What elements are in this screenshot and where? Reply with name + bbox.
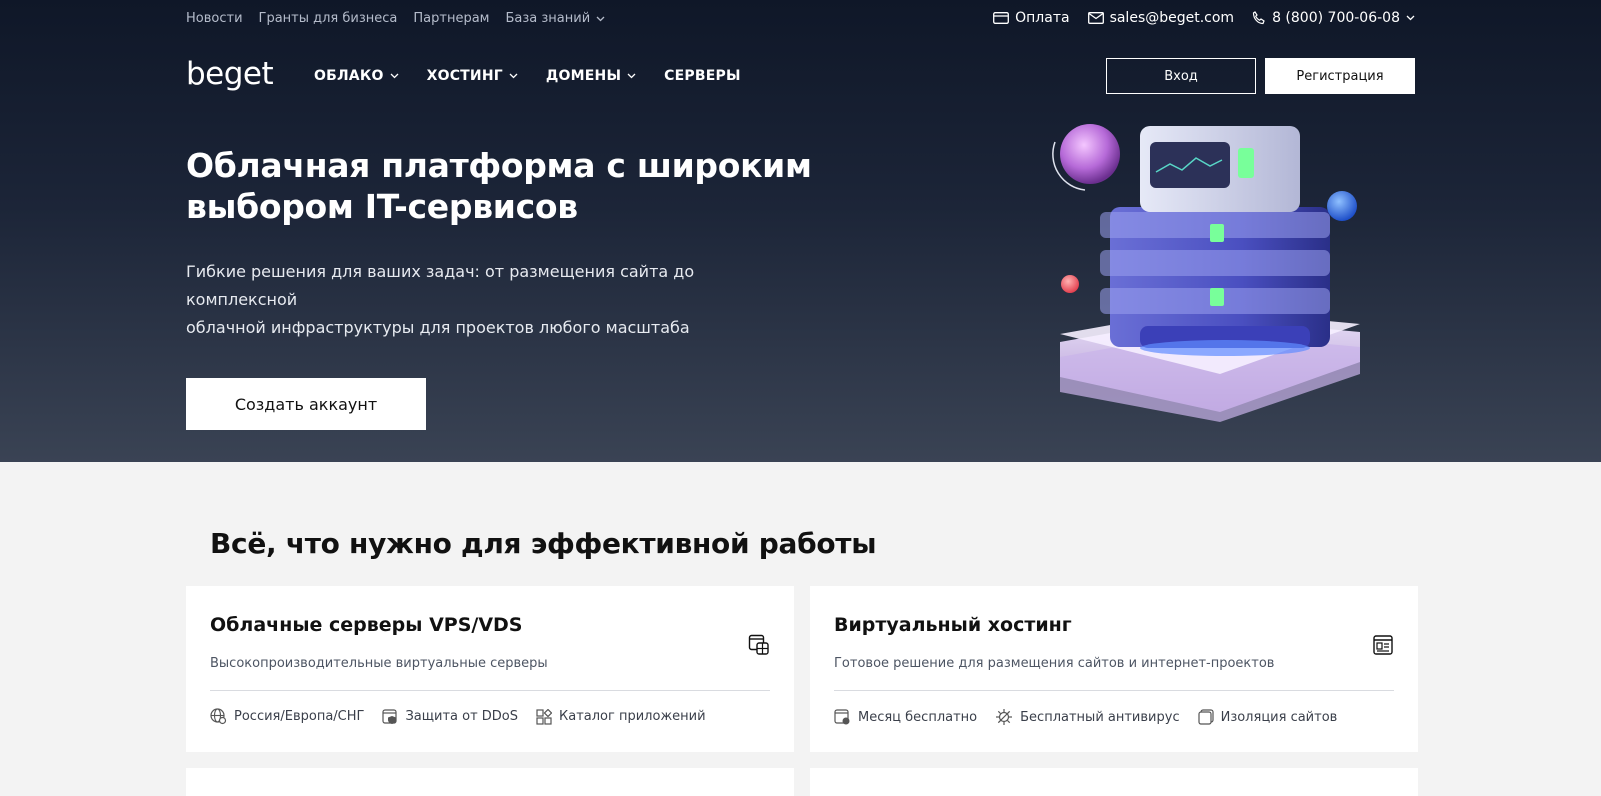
server-illustration bbox=[1052, 124, 1360, 422]
apps-icon bbox=[536, 708, 553, 725]
virus-icon bbox=[996, 709, 1013, 725]
top-links: Новости Гранты для бизнеса Партнерам Баз… bbox=[186, 11, 605, 26]
menu-item-cloud-label: ОБЛАКО bbox=[314, 68, 384, 84]
hero-section: Новости Гранты для бизнеса Партнерам Баз… bbox=[0, 0, 1601, 462]
phone-label: 8 (800) 700-06-08 bbox=[1272, 10, 1400, 26]
feature-regions: Россия/Европа/СНГ bbox=[210, 708, 364, 725]
top-contacts: Оплата sales@beget.com 8 (800) 700-06-08 bbox=[993, 10, 1415, 26]
top-link-knowledge-base-label: База знаний bbox=[505, 11, 591, 26]
chevron-down-icon bbox=[596, 16, 605, 21]
menu-item-hosting[interactable]: ХОСТИНГ bbox=[427, 68, 518, 84]
email-link[interactable]: sales@beget.com bbox=[1087, 10, 1235, 26]
phone-link[interactable]: 8 (800) 700-06-08 bbox=[1252, 10, 1415, 26]
card-divider bbox=[210, 690, 770, 691]
card-title: Виртуальный хостинг bbox=[834, 614, 1072, 636]
mail-icon bbox=[1087, 12, 1104, 24]
top-link-knowledge-base[interactable]: База знаний bbox=[505, 11, 605, 26]
menu-item-servers[interactable]: СЕРВЕРЫ bbox=[664, 68, 741, 84]
hero-subtitle-line-1: Гибкие решения для ваших задач: от разме… bbox=[186, 262, 695, 309]
beget-logo[interactable]: beget bbox=[186, 54, 284, 100]
hero-title-line-2: выбором IT-сервисов bbox=[186, 187, 578, 226]
login-button[interactable]: Вход bbox=[1106, 58, 1256, 94]
card-features: Месяц бесплатно Бесплатный антивирус Изо… bbox=[834, 708, 1337, 726]
register-button[interactable]: Регистрация bbox=[1265, 58, 1415, 94]
feature-label: Месяц бесплатно bbox=[858, 709, 978, 725]
hero-subtitle: Гибкие решения для ваших задач: от разме… bbox=[186, 258, 806, 342]
main-nav: beget ОБЛАКО ХОСТИНГ ДОМЕНЫ СЕРВЕРЫ Вход… bbox=[186, 54, 1415, 100]
menu-item-cloud[interactable]: ОБЛАКО bbox=[314, 68, 399, 84]
calendar-clock-icon bbox=[834, 708, 850, 724]
hero-title-line-1: Облачная платформа с широким bbox=[186, 146, 812, 185]
chevron-down-icon bbox=[509, 73, 518, 79]
menu-item-hosting-label: ХОСТИНГ bbox=[426, 68, 503, 84]
feature-label: Защита от DDoS bbox=[405, 709, 519, 724]
card-vps[interactable]: Облачные серверы VPS/VDS Высокопроизводи… bbox=[186, 586, 794, 752]
top-link-news[interactable]: Новости bbox=[186, 11, 243, 26]
feature-label: Изоляция сайтов bbox=[1220, 709, 1338, 725]
main-menu: ОБЛАКО ХОСТИНГ ДОМЕНЫ СЕРВЕРЫ bbox=[314, 68, 741, 84]
create-account-button[interactable]: Создать аккаунт bbox=[186, 378, 426, 430]
card-description: Готовое решение для размещения сайтов и … bbox=[834, 656, 1275, 671]
card-next-left[interactable] bbox=[186, 768, 794, 796]
chevron-down-icon bbox=[627, 73, 636, 79]
payment-label: Оплата bbox=[1015, 10, 1070, 26]
browser-window-icon bbox=[1373, 635, 1393, 655]
top-link-grants[interactable]: Гранты для бизнеса bbox=[259, 11, 398, 26]
hero-title: Облачная платформа с широким выбором IT-… bbox=[186, 145, 826, 227]
feature-label: Каталог приложений bbox=[559, 709, 706, 724]
card-features: Россия/Европа/СНГ Защита от DDoS Каталог… bbox=[210, 708, 706, 725]
card-icon bbox=[993, 12, 1010, 24]
chevron-down-icon bbox=[390, 73, 399, 79]
globe-pin-icon bbox=[210, 708, 227, 725]
logo-text: beget bbox=[186, 56, 274, 92]
card-title: Облачные серверы VPS/VDS bbox=[210, 614, 523, 636]
menu-item-domains-label: ДОМЕНЫ bbox=[545, 68, 622, 84]
feature-ddos: Защита от DDoS bbox=[382, 708, 518, 725]
hero-subtitle-line-2: облачной инфраструктуры для проектов люб… bbox=[186, 318, 690, 337]
feature-antivirus: Бесплатный антивирус bbox=[995, 708, 1180, 726]
feature-app-catalog: Каталог приложений bbox=[536, 708, 706, 725]
email-label: sales@beget.com bbox=[1109, 10, 1235, 26]
phone-icon bbox=[1252, 11, 1265, 25]
feature-label: Россия/Европа/СНГ bbox=[234, 709, 365, 724]
feature-label: Бесплатный антивирус bbox=[1020, 709, 1180, 725]
section-title: Всё, что нужно для эффективной работы bbox=[210, 527, 877, 560]
feature-site-isolation: Изоляция сайтов bbox=[1197, 708, 1338, 726]
payment-link[interactable]: Оплата bbox=[993, 10, 1070, 26]
card-description: Высокопроизводительные виртуальные серве… bbox=[210, 656, 548, 671]
top-bar: Новости Гранты для бизнеса Партнерам Баз… bbox=[186, 10, 1415, 31]
card-divider bbox=[834, 690, 1394, 691]
chevron-down-icon bbox=[1406, 15, 1415, 21]
shield-window-icon bbox=[382, 708, 398, 724]
auth-buttons: Вход Регистрация bbox=[1106, 58, 1415, 94]
server-windows-icon bbox=[748, 634, 769, 655]
feature-free-month: Месяц бесплатно bbox=[834, 708, 977, 726]
card-hosting[interactable]: Виртуальный хостинг Готовое решение для … bbox=[810, 586, 1418, 752]
top-link-partners[interactable]: Партнерам bbox=[413, 11, 489, 26]
menu-item-domains[interactable]: ДОМЕНЫ bbox=[546, 68, 636, 84]
card-next-right[interactable] bbox=[810, 768, 1418, 796]
stacked-windows-icon bbox=[1197, 709, 1214, 725]
